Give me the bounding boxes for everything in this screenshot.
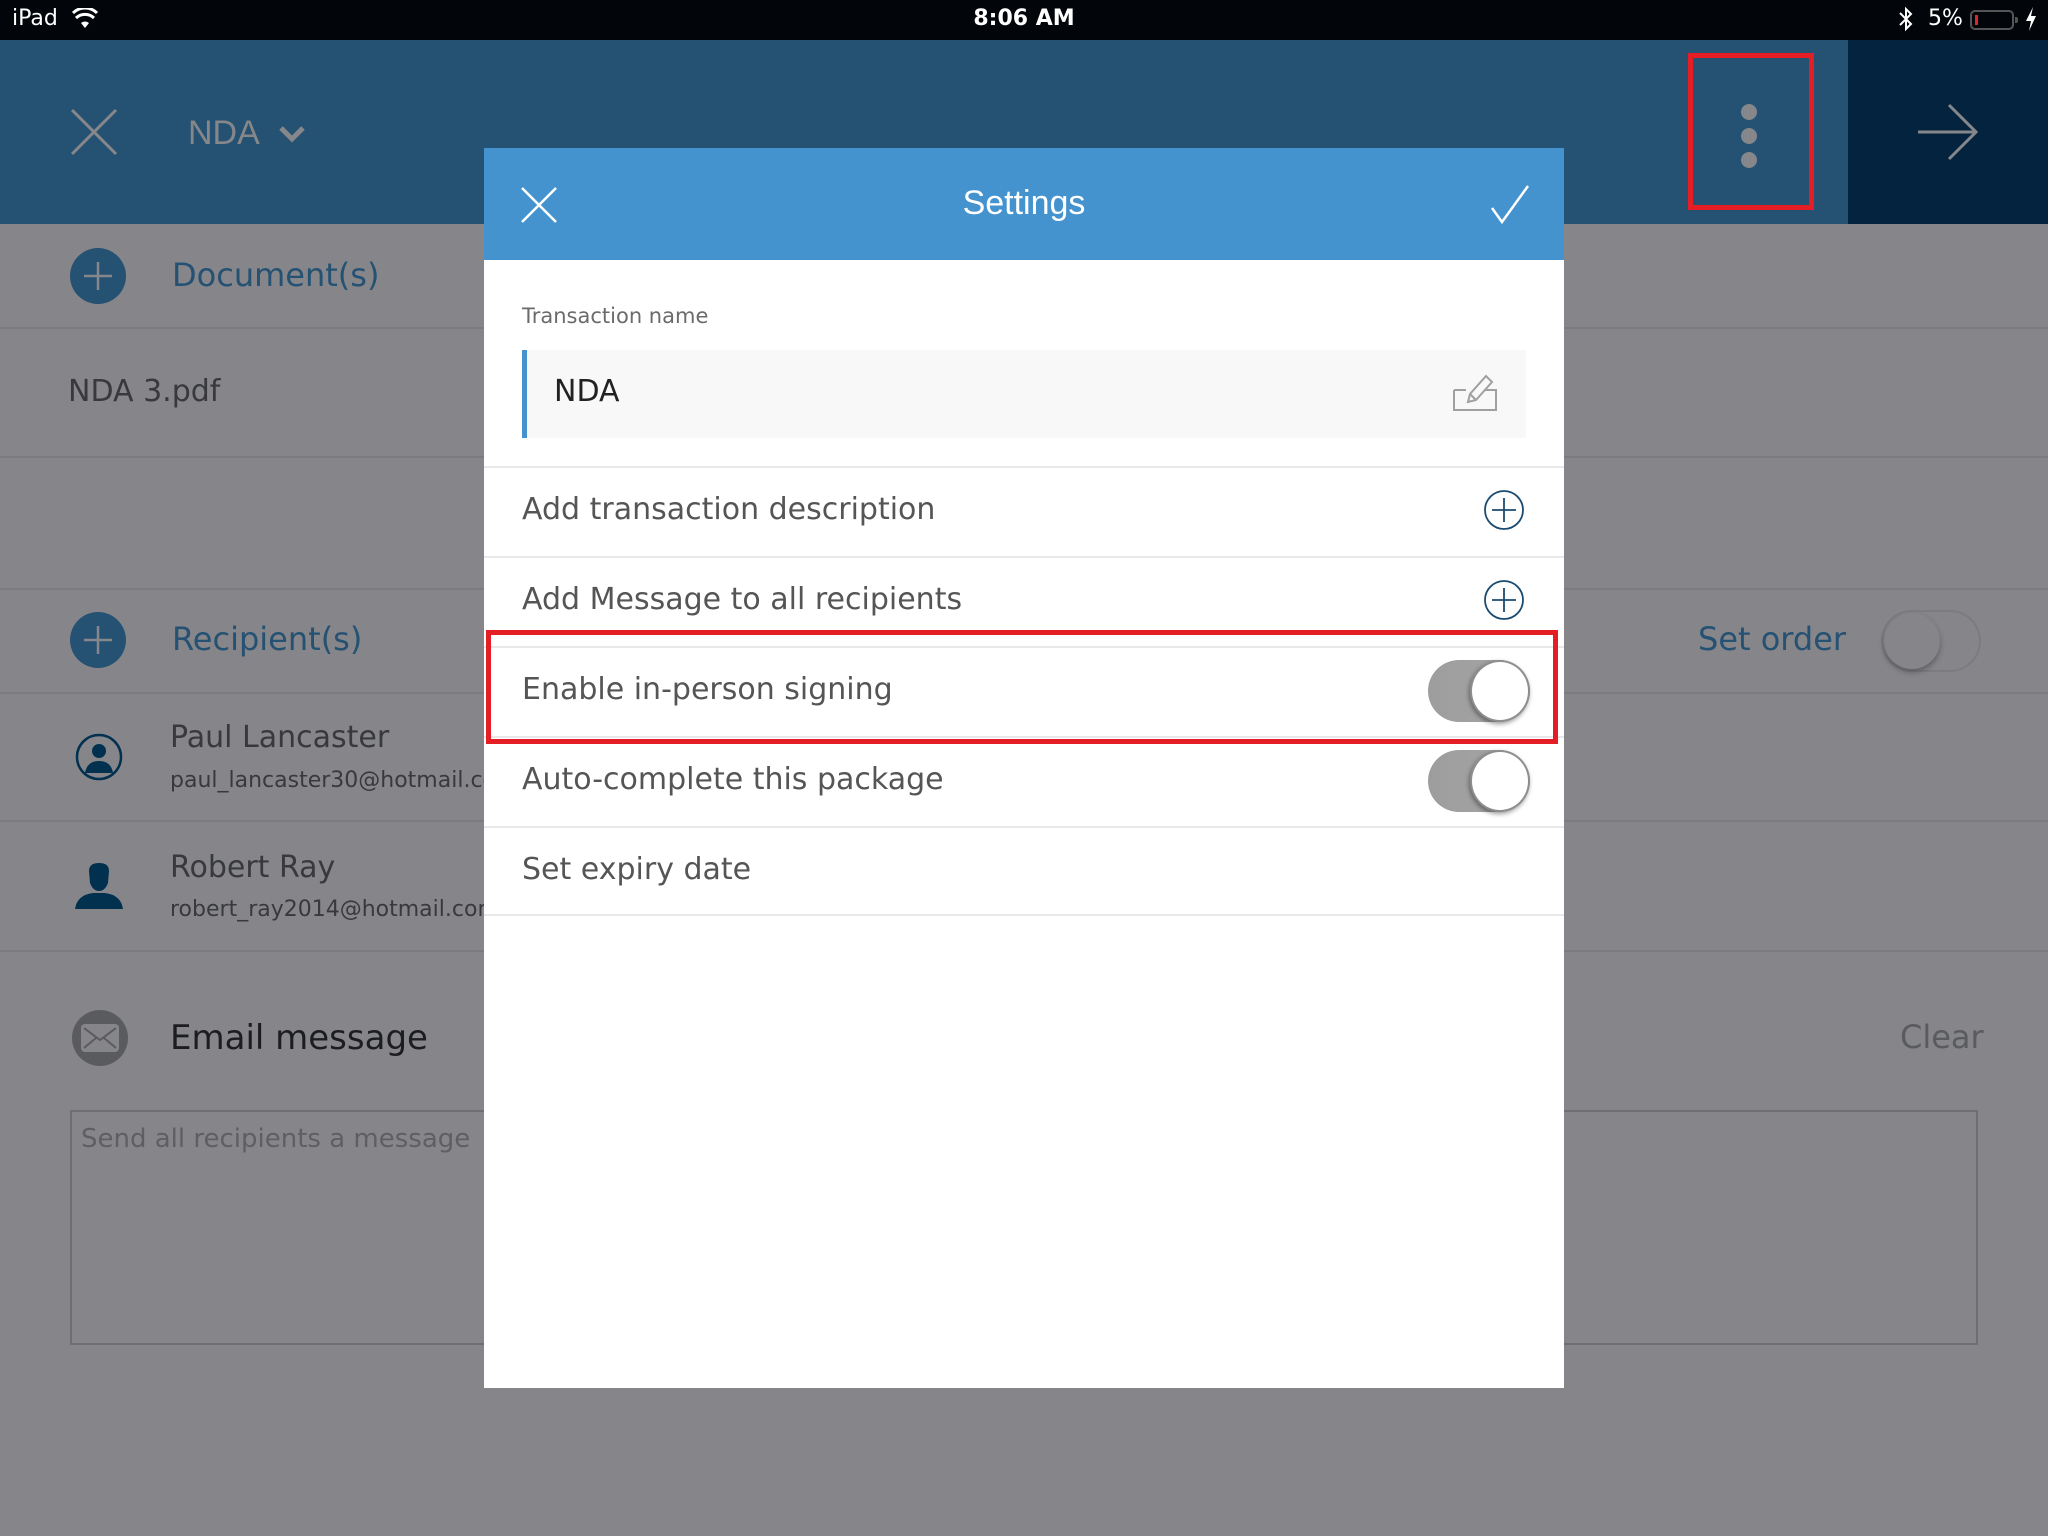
enable-in-person-signing-toggle[interactable] <box>1428 660 1530 722</box>
divider <box>484 914 1564 916</box>
settings-modal-header: Settings <box>484 148 1564 260</box>
row-label: Auto-complete this package <box>522 762 944 797</box>
settings-modal-title: Settings <box>962 184 1086 222</box>
transaction-name-value: NDA <box>554 374 620 409</box>
plus-circle-icon[interactable] <box>1484 580 1524 620</box>
recipient-email: robert_ray2014@hotmail.com <box>170 897 499 922</box>
close-icon[interactable] <box>70 108 118 156</box>
row-label: Enable in-person signing <box>522 672 893 707</box>
more-vertical-icon <box>1741 104 1757 120</box>
set-order-label: Set order <box>1698 620 1847 658</box>
set-order-toggle[interactable] <box>1881 610 1981 672</box>
row-label: Add transaction description <box>522 492 936 527</box>
add-recipient-button[interactable] <box>70 612 126 668</box>
documents-section-title: Document(s) <box>172 256 380 294</box>
transaction-title-dropdown[interactable]: NDA <box>188 114 260 153</box>
row-label: Add Message to all recipients <box>522 582 963 617</box>
user-icon <box>75 863 123 915</box>
recipient-name: Paul Lancaster <box>170 720 390 755</box>
battery-icon <box>1970 10 2018 30</box>
plus-icon <box>84 626 112 654</box>
checkmark-icon[interactable] <box>1490 184 1530 228</box>
settings-modal: Settings Transaction name NDA Add transa… <box>484 148 1564 1388</box>
plus-icon <box>84 262 112 290</box>
clear-message-button[interactable]: Clear <box>1900 1018 1984 1056</box>
arrow-right-icon <box>1918 103 1979 161</box>
transaction-name-label: Transaction name <box>522 304 709 328</box>
menu-dot <box>1741 128 1757 144</box>
edit-icon[interactable] <box>1452 374 1498 416</box>
recipients-section-title: Recipient(s) <box>172 620 363 658</box>
recipient-name: Robert Ray <box>170 850 336 885</box>
chevron-down-icon[interactable] <box>278 124 306 144</box>
envelope-icon <box>72 1010 128 1066</box>
document-file-item[interactable]: NDA 3.pdf <box>68 374 220 409</box>
auto-complete-package-toggle[interactable] <box>1428 750 1530 812</box>
email-message-placeholder: Send all recipients a message <box>81 1124 471 1154</box>
row-label: Set expiry date <box>522 852 752 887</box>
status-bar: iPad 8:06 AM 5% <box>0 0 2048 40</box>
add-transaction-description-row[interactable]: Add transaction description <box>484 468 1564 556</box>
transaction-name-input[interactable]: NDA <box>522 350 1526 438</box>
enable-in-person-signing-row: Enable in-person signing <box>484 648 1564 736</box>
auto-complete-package-row: Auto-complete this package <box>484 738 1564 826</box>
charging-bolt-icon <box>2024 6 2038 38</box>
clock: 8:06 AM <box>973 6 1075 31</box>
email-message-title: Email message <box>170 1018 428 1058</box>
add-message-to-all-recipients-row[interactable]: Add Message to all recipients <box>484 558 1564 646</box>
battery-percent: 5% <box>1928 6 1963 31</box>
user-circle-icon <box>75 733 123 785</box>
set-expiry-date-row[interactable]: Set expiry date <box>484 828 1564 914</box>
next-button[interactable] <box>1848 40 2048 224</box>
more-options-menu-button[interactable] <box>1688 53 1814 210</box>
recipient-email: paul_lancaster30@hotmail.com <box>170 768 518 793</box>
menu-dot <box>1741 152 1757 168</box>
plus-circle-icon[interactable] <box>1484 490 1524 530</box>
add-document-button[interactable] <box>70 248 126 304</box>
bluetooth-icon <box>1898 6 1914 38</box>
